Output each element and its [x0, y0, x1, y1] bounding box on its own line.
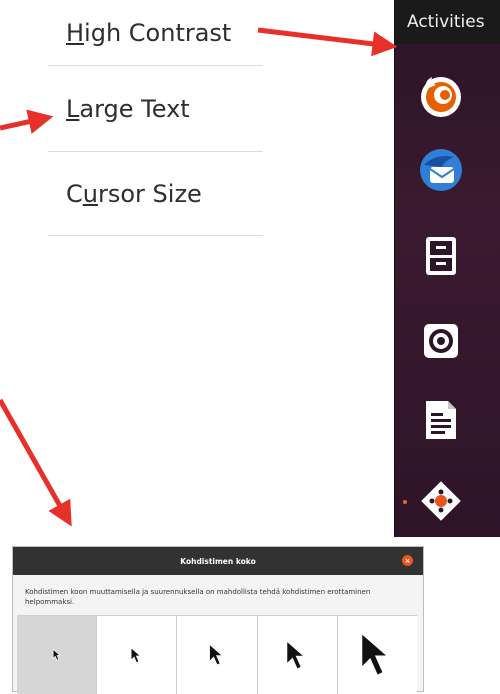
menu-item-label-prefix: C: [66, 179, 83, 208]
activities-button[interactable]: Activities: [407, 12, 485, 32]
menu-item-label: rsor Size: [97, 179, 202, 208]
pointer-icon: [285, 638, 308, 671]
menu-item-cursor-size[interactable]: Cu rsor Size: [48, 152, 263, 236]
writer-launcher[interactable]: [413, 392, 469, 448]
firefox-icon: [421, 77, 461, 117]
menu-item-label: igh Contrast: [84, 18, 232, 47]
mnemonic-letter: H: [66, 18, 85, 47]
arrow-to-cursor-dialog: [0, 398, 72, 527]
pointer-icon: [359, 630, 394, 679]
pointer-icon: [130, 646, 143, 663]
pointer-icon: [208, 643, 225, 667]
writer-icon: [426, 401, 456, 439]
cursor-size-options: [17, 615, 418, 694]
rhythmbox-launcher[interactable]: [413, 313, 469, 369]
firefox-launcher[interactable]: [413, 68, 469, 124]
close-button[interactable]: ×: [402, 555, 413, 566]
software-icon: [421, 481, 461, 521]
cursor-size-option-3[interactable]: [177, 616, 258, 694]
cursor-size-option-4[interactable]: [257, 616, 338, 694]
software-launcher[interactable]: [413, 473, 469, 529]
pointer-icon: [52, 649, 61, 661]
dialog-title: Kohdistimen koko: [180, 556, 256, 566]
dock: Activities: [394, 0, 500, 537]
files-launcher[interactable]: [413, 228, 469, 284]
cursor-size-option-1[interactable]: [17, 616, 98, 694]
arrow-to-activities: [257, 27, 398, 57]
rhythmbox-icon: [424, 324, 458, 358]
arrow-to-large-text: [0, 109, 54, 134]
cursor-size-option-2[interactable]: [97, 616, 178, 694]
dialog-header: Kohdistimen koko ×: [13, 547, 423, 575]
cursor-size-option-5[interactable]: [337, 616, 418, 694]
top-bar: Activities: [395, 0, 500, 44]
files-icon: [426, 237, 456, 275]
menu-item-label: arge Text: [79, 94, 190, 123]
menu-item-large-text[interactable]: Large Text: [48, 66, 263, 152]
menu-item-high-contrast[interactable]: High Contrast: [48, 0, 263, 66]
thunderbird-icon: [420, 149, 462, 191]
dialog-description: Kohdistimen koon muuttamisella ja suuren…: [25, 588, 371, 606]
mnemonic-letter: u: [82, 179, 98, 208]
running-indicator: [403, 500, 407, 504]
thunderbird-launcher[interactable]: [413, 142, 469, 198]
cursor-size-dialog: Kohdistimen koko × Kohdistimen koon muut…: [12, 546, 424, 694]
close-icon: ×: [404, 556, 411, 565]
mnemonic-letter: L: [66, 94, 80, 123]
